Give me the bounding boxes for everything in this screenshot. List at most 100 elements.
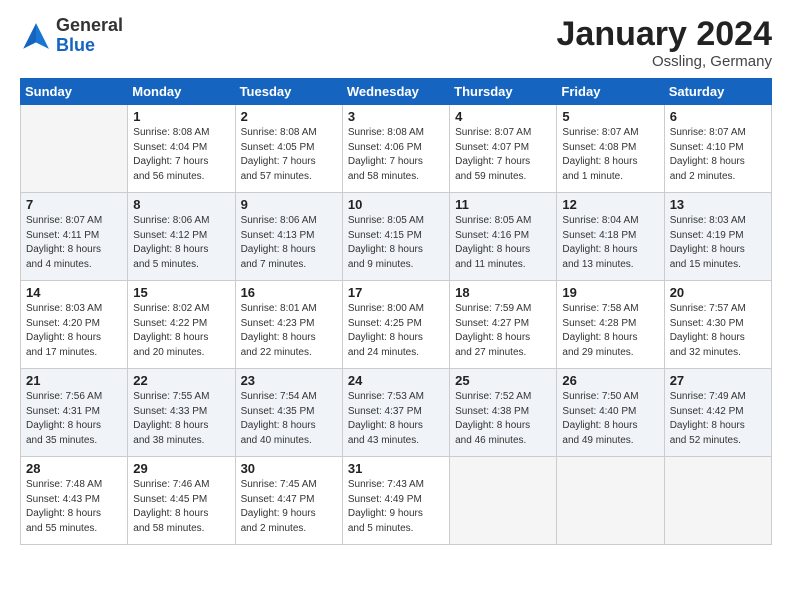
day-info: Sunrise: 7:53 AMSunset: 4:37 PMDaylight:… [348,390,444,448]
weekday-header-sunday: Sunday [21,79,128,105]
calendar-cell [664,457,771,545]
calendar-cell: 6 Sunrise: 8:07 AMSunset: 4:10 PMDaylight… [664,105,771,193]
day-number: 21 [26,373,122,388]
day-number: 30 [241,461,337,476]
calendar-cell: 31 Sunrise: 7:43 AMSunset: 4:49 PMDayligh… [342,457,449,545]
day-number: 10 [348,197,444,212]
calendar-cell: 16 Sunrise: 8:01 AMSunset: 4:23 PMDayligh… [235,281,342,369]
day-info: Sunrise: 8:02 AMSunset: 4:22 PMDaylight:… [133,302,229,360]
calendar-table: SundayMondayTuesdayWednesdayThursdayFrid… [20,78,772,545]
calendar-cell: 3 Sunrise: 8:08 AMSunset: 4:06 PMDaylight… [342,105,449,193]
day-info: Sunrise: 8:01 AMSunset: 4:23 PMDaylight:… [241,302,337,360]
calendar-cell: 28 Sunrise: 7:48 AMSunset: 4:43 PMDayligh… [21,457,128,545]
calendar-cell: 7Sunrise: 8:07 AMSunset: 4:11 PMDaylight… [21,193,128,281]
day-info: Sunrise: 8:07 AMSunset: 4:07 PMDaylight:… [455,126,551,184]
logo-text: General Blue [56,16,123,56]
weekday-header-monday: Monday [128,79,235,105]
day-number: 31 [348,461,444,476]
day-info: Sunrise: 7:55 AMSunset: 4:33 PMDaylight:… [133,390,229,448]
day-info: Sunrise: 7:48 AMSunset: 4:43 PMDaylight:… [26,478,122,536]
day-info: Sunrise: 8:03 AMSunset: 4:20 PMDaylight:… [26,302,122,360]
day-number: 1 [133,109,229,124]
calendar-cell: 27Sunrise: 7:49 AMSunset: 4:42 PMDayligh… [664,369,771,457]
week-row-1: 1 Sunrise: 8:08 AMSunset: 4:04 PMDaylight… [21,105,772,193]
calendar-cell: 11Sunrise: 8:05 AMSunset: 4:16 PMDayligh… [450,193,557,281]
calendar-cell: 2 Sunrise: 8:08 AMSunset: 4:05 PMDaylight… [235,105,342,193]
day-info: Sunrise: 7:49 AMSunset: 4:42 PMDaylight:… [670,390,766,448]
day-number: 24 [348,373,444,388]
calendar-title: January 2024 [557,16,773,53]
calendar-cell [450,457,557,545]
day-info: Sunrise: 8:00 AMSunset: 4:25 PMDaylight:… [348,302,444,360]
day-info: Sunrise: 7:45 AMSunset: 4:47 PMDaylight:… [241,478,337,536]
day-number: 26 [562,373,658,388]
calendar-cell: 14Sunrise: 8:03 AMSunset: 4:20 PMDayligh… [21,281,128,369]
day-number: 28 [26,461,122,476]
calendar-cell: 26Sunrise: 7:50 AMSunset: 4:40 PMDayligh… [557,369,664,457]
day-info: Sunrise: 8:08 AMSunset: 4:04 PMDaylight:… [133,126,229,184]
calendar-cell: 13 Sunrise: 8:03 AMSunset: 4:19 PMDayligh… [664,193,771,281]
calendar-subtitle: Ossling, Germany [557,53,773,70]
day-number: 25 [455,373,551,388]
day-info: Sunrise: 8:07 AMSunset: 4:10 PMDaylight:… [670,126,766,184]
title-block: January 2024 Ossling, Germany [557,16,773,70]
day-number: 18 [455,285,551,300]
calendar-cell: 24 Sunrise: 7:53 AMSunset: 4:37 PMDayligh… [342,369,449,457]
day-number: 17 [348,285,444,300]
day-number: 4 [455,109,551,124]
week-row-4: 21Sunrise: 7:56 AMSunset: 4:31 PMDayligh… [21,369,772,457]
calendar-cell: 22 Sunrise: 7:55 AMSunset: 4:33 PMDayligh… [128,369,235,457]
day-number: 9 [241,197,337,212]
calendar-cell: 21Sunrise: 7:56 AMSunset: 4:31 PMDayligh… [21,369,128,457]
weekday-header-friday: Friday [557,79,664,105]
day-info: Sunrise: 8:06 AMSunset: 4:12 PMDaylight:… [133,214,229,272]
day-number: 8 [133,197,229,212]
day-number: 20 [670,285,766,300]
weekday-header-thursday: Thursday [450,79,557,105]
day-info: Sunrise: 8:08 AMSunset: 4:05 PMDaylight:… [241,126,337,184]
calendar-cell: 20 Sunrise: 7:57 AMSunset: 4:30 PMDayligh… [664,281,771,369]
day-info: Sunrise: 8:07 AMSunset: 4:08 PMDaylight:… [562,126,658,184]
day-info: Sunrise: 7:43 AMSunset: 4:49 PMDaylight:… [348,478,444,536]
weekday-header-tuesday: Tuesday [235,79,342,105]
calendar-cell: 1 Sunrise: 8:08 AMSunset: 4:04 PMDaylight… [128,105,235,193]
day-number: 22 [133,373,229,388]
calendar-cell: 25Sunrise: 7:52 AMSunset: 4:38 PMDayligh… [450,369,557,457]
day-number: 5 [562,109,658,124]
week-row-5: 28 Sunrise: 7:48 AMSunset: 4:43 PMDayligh… [21,457,772,545]
day-number: 2 [241,109,337,124]
calendar-cell: 4 Sunrise: 8:07 AMSunset: 4:07 PMDaylight… [450,105,557,193]
calendar-cell [557,457,664,545]
calendar-cell: 19Sunrise: 7:58 AMSunset: 4:28 PMDayligh… [557,281,664,369]
calendar-cell: 12 Sunrise: 8:04 AMSunset: 4:18 PMDayligh… [557,193,664,281]
day-number: 3 [348,109,444,124]
day-number: 13 [670,197,766,212]
day-info: Sunrise: 8:04 AMSunset: 4:18 PMDaylight:… [562,214,658,272]
day-info: Sunrise: 8:05 AMSunset: 4:15 PMDaylight:… [348,214,444,272]
day-number: 16 [241,285,337,300]
calendar-cell: 10 Sunrise: 8:05 AMSunset: 4:15 PMDayligh… [342,193,449,281]
logo-icon [20,20,52,52]
week-row-2: 7Sunrise: 8:07 AMSunset: 4:11 PMDaylight… [21,193,772,281]
calendar-cell: 17 Sunrise: 8:00 AMSunset: 4:25 PMDayligh… [342,281,449,369]
day-number: 15 [133,285,229,300]
day-info: Sunrise: 8:08 AMSunset: 4:06 PMDaylight:… [348,126,444,184]
calendar-cell: 15 Sunrise: 8:02 AMSunset: 4:22 PMDayligh… [128,281,235,369]
day-number: 29 [133,461,229,476]
logo-general: General [56,15,123,35]
calendar-cell: 18Sunrise: 7:59 AMSunset: 4:27 PMDayligh… [450,281,557,369]
day-info: Sunrise: 8:07 AMSunset: 4:11 PMDaylight:… [26,214,122,272]
day-info: Sunrise: 8:03 AMSunset: 4:19 PMDaylight:… [670,214,766,272]
day-info: Sunrise: 7:54 AMSunset: 4:35 PMDaylight:… [241,390,337,448]
calendar-cell: 30 Sunrise: 7:45 AMSunset: 4:47 PMDayligh… [235,457,342,545]
weekday-header-saturday: Saturday [664,79,771,105]
calendar-cell [21,105,128,193]
day-info: Sunrise: 7:46 AMSunset: 4:45 PMDaylight:… [133,478,229,536]
calendar-cell: 8 Sunrise: 8:06 AMSunset: 4:12 PMDaylight… [128,193,235,281]
day-info: Sunrise: 8:06 AMSunset: 4:13 PMDaylight:… [241,214,337,272]
weekday-header-wednesday: Wednesday [342,79,449,105]
day-info: Sunrise: 7:57 AMSunset: 4:30 PMDaylight:… [670,302,766,360]
day-number: 6 [670,109,766,124]
day-number: 12 [562,197,658,212]
calendar-page: General Blue January 2024 Ossling, Germa… [0,0,792,612]
